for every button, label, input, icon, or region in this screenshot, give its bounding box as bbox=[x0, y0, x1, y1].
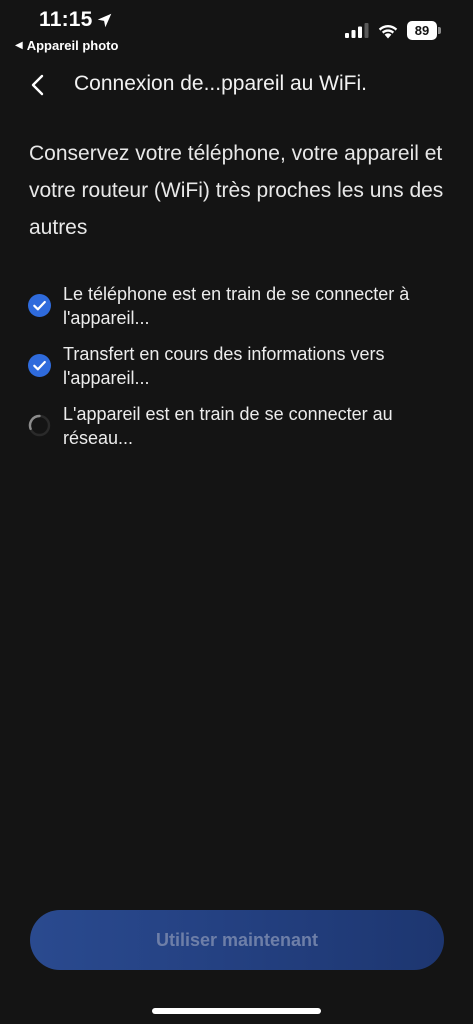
status-bar: 11:15 ◀ Appareil photo 89 bbox=[0, 0, 473, 58]
battery-tip bbox=[438, 27, 441, 34]
back-triangle-icon: ◀ bbox=[15, 40, 23, 51]
battery-level: 89 bbox=[414, 23, 430, 38]
home-indicator[interactable] bbox=[152, 1008, 321, 1014]
nav-header: Connexion de...ppareil au WiFi. bbox=[0, 62, 473, 106]
wifi-icon bbox=[378, 24, 398, 39]
back-to-app-link[interactable]: ◀ Appareil photo bbox=[15, 38, 118, 53]
step-label: L'appareil est en train de se connecter … bbox=[63, 404, 393, 448]
use-now-button[interactable]: Utiliser maintenant bbox=[30, 910, 444, 970]
step-label: Le téléphone est en train de se connecte… bbox=[63, 284, 410, 328]
check-circle-icon bbox=[28, 294, 51, 317]
location-arrow-icon bbox=[97, 13, 112, 28]
battery-indicator: 89 bbox=[407, 21, 441, 40]
cellular-signal-icon bbox=[345, 23, 369, 38]
page-title: Connexion de...ppareil au WiFi. bbox=[74, 72, 367, 95]
back-app-label: Appareil photo bbox=[26, 38, 119, 53]
back-button[interactable] bbox=[22, 68, 56, 102]
check-circle-icon bbox=[28, 354, 51, 377]
instruction-text: Conservez votre téléphone, votre apparei… bbox=[29, 142, 444, 239]
chevron-left-icon bbox=[31, 74, 44, 96]
spinner-icon bbox=[28, 414, 51, 437]
status-time: 11:15 bbox=[39, 8, 93, 31]
step-label: Transfert en cours des informations vers… bbox=[63, 344, 385, 388]
